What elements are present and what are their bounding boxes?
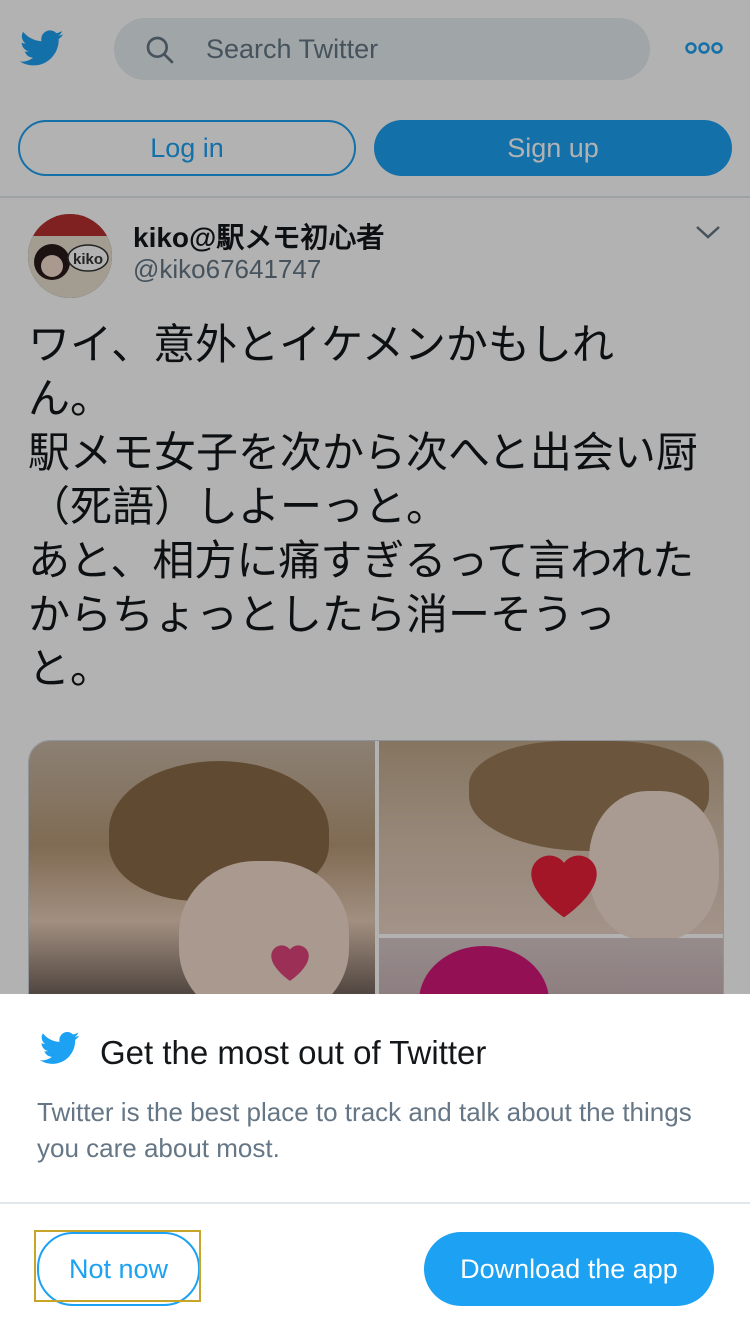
prompt-title: Get the most out of Twitter — [100, 1034, 487, 1071]
modal-backdrop[interactable] — [0, 0, 750, 994]
focus-highlight — [34, 1230, 201, 1302]
download-app-button[interactable]: Download the app — [424, 1232, 714, 1306]
twitter-bird-icon — [39, 1032, 80, 1064]
prompt-description: Twitter is the best place to track and t… — [37, 1097, 692, 1163]
app-download-prompt: Get the most out of Twitter Twitter is t… — [0, 994, 750, 1334]
prompt-divider — [0, 1202, 750, 1204]
